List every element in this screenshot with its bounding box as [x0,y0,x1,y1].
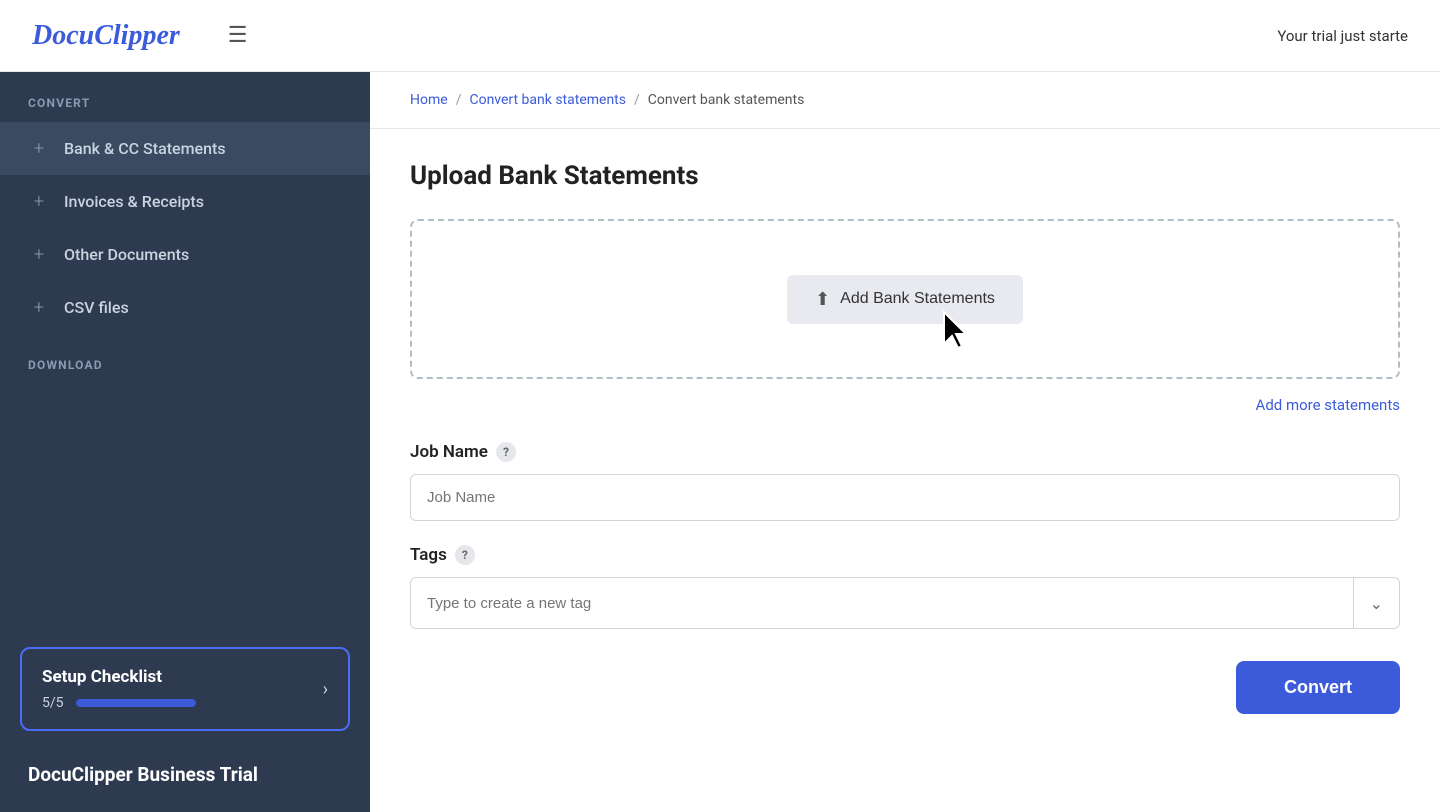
upload-btn-label: Add Bank Statements [840,290,995,308]
convert-button[interactable]: Convert [1236,661,1400,714]
tags-input[interactable] [411,581,1353,626]
breadcrumb-convert-link[interactable]: Convert bank statements [469,92,626,108]
breadcrumb-sep-2: / [634,92,640,108]
page-title: Upload Bank Statements [410,161,1400,191]
logo[interactable]: DocuClipper [32,20,180,52]
sidebar: CONVERT + Bank & CC Statements + Invoice… [0,72,370,812]
tags-label: Tags ? [410,545,1400,565]
add-bank-statements-button[interactable]: ⬆ Add Bank Statements [787,275,1023,324]
body-layout: CONVERT + Bank & CC Statements + Invoice… [0,72,1440,812]
job-name-group: Job Name ? [410,442,1400,521]
tags-input-wrapper: ⌄ [410,577,1400,629]
sidebar-label-other-docs: Other Documents [64,245,189,264]
main-content: Home / Convert bank statements / Convert… [370,72,1440,812]
sidebar-label-bank-cc: Bank & CC Statements [64,139,226,158]
plus-icon-other: + [28,244,50,265]
upload-icon: ⬆ [815,289,830,310]
setup-checklist-progress: 5/5 [42,695,196,711]
header: DocuClipper ☰ Your trial just starte [0,0,1440,72]
plus-icon-csv: + [28,297,50,318]
chevron-right-icon: › [323,679,328,700]
tags-help-icon[interactable]: ? [455,545,475,565]
setup-checklist[interactable]: Setup Checklist 5/5 › [20,647,350,731]
progress-bar-bg [76,699,196,707]
breadcrumb-current: Convert bank statements [648,92,805,108]
sidebar-item-other-docs[interactable]: + Other Documents [0,228,370,281]
business-trial-title: DocuClipper Business Trial [28,763,342,788]
setup-checklist-title: Setup Checklist [42,667,196,687]
convert-btn-row: Convert [410,661,1400,714]
breadcrumb-home[interactable]: Home [410,92,448,108]
job-name-label: Job Name ? [410,442,1400,462]
page-body: Upload Bank Statements ⬆ Add Bank Statem… [370,129,1440,746]
tags-dropdown-icon[interactable]: ⌄ [1353,578,1399,628]
trial-text: Your trial just starte [1277,27,1408,45]
sidebar-label-csv: CSV files [64,298,129,317]
download-section-label: DOWNLOAD [0,334,370,384]
sidebar-item-invoices[interactable]: + Invoices & Receipts [0,175,370,228]
convert-section-label: CONVERT [0,72,370,122]
plus-icon-bank: + [28,138,50,159]
sidebar-label-invoices: Invoices & Receipts [64,192,204,211]
hamburger-icon[interactable]: ☰ [220,15,256,56]
job-name-input[interactable] [410,474,1400,521]
tags-group: Tags ? ⌄ [410,545,1400,629]
progress-bar-fill [76,699,196,707]
setup-count: 5/5 [42,695,64,711]
plus-icon-invoices: + [28,191,50,212]
job-name-help-icon[interactable]: ? [496,442,516,462]
add-more-statements-link[interactable]: Add more statements [1256,396,1400,414]
add-more-link-row: Add more statements [410,395,1400,414]
business-trial: DocuClipper Business Trial [0,747,370,812]
sidebar-item-csv[interactable]: + CSV files [0,281,370,334]
sidebar-item-bank-cc[interactable]: + Bank & CC Statements [0,122,370,175]
breadcrumb: Home / Convert bank statements / Convert… [370,72,1440,129]
breadcrumb-sep-1: / [456,92,462,108]
upload-area[interactable]: ⬆ Add Bank Statements [410,219,1400,379]
